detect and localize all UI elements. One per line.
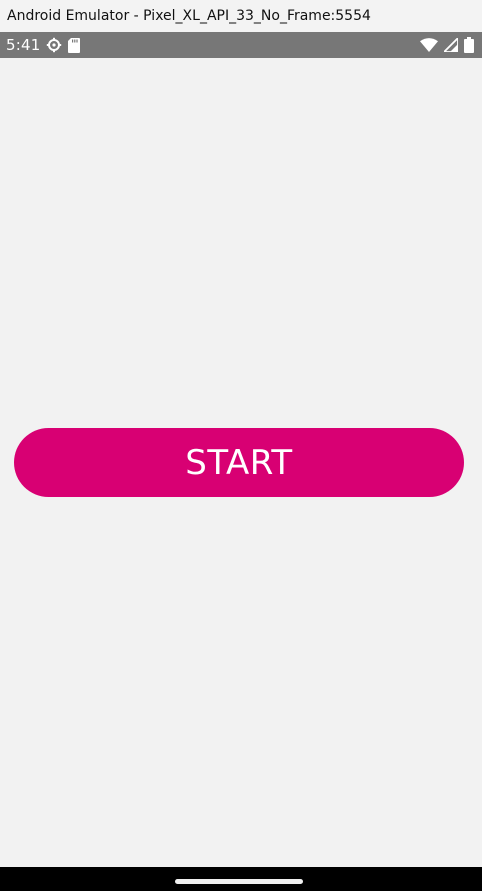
- home-handle[interactable]: [175, 879, 303, 884]
- window-title: Android Emulator - Pixel_XL_API_33_No_Fr…: [7, 8, 371, 24]
- status-time: 5:41: [6, 36, 41, 54]
- window-titlebar: Android Emulator - Pixel_XL_API_33_No_Fr…: [0, 0, 482, 32]
- navigation-bar: [0, 867, 482, 891]
- sd-card-icon: [68, 37, 81, 53]
- battery-icon: [464, 37, 474, 53]
- wifi-icon: [420, 38, 438, 52]
- start-button-label: START: [185, 442, 293, 483]
- start-button[interactable]: START: [14, 428, 464, 497]
- status-right: [420, 37, 474, 53]
- cellular-signal-icon: [444, 38, 458, 52]
- gear-icon: [46, 37, 62, 53]
- status-bar: 5:41: [0, 32, 482, 58]
- status-left: 5:41: [6, 36, 81, 54]
